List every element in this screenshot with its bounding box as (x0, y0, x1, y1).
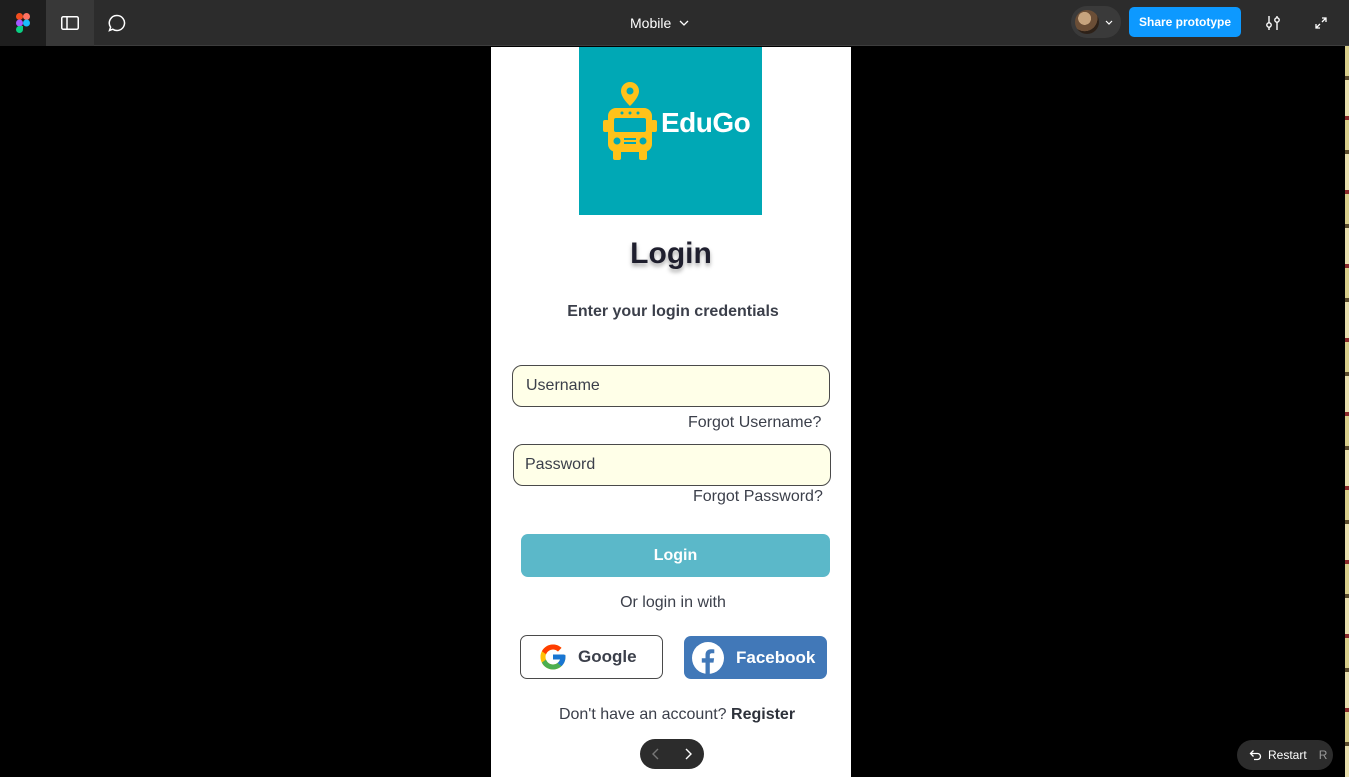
password-placeholder: Password (525, 456, 596, 473)
restart-icon (1249, 750, 1262, 761)
login-button[interactable]: Login (521, 534, 830, 577)
user-menu[interactable] (1071, 6, 1121, 38)
restart-button[interactable]: Restart R (1237, 740, 1333, 770)
restart-shortcut: R (1318, 748, 1328, 762)
chevron-down-icon (679, 20, 689, 26)
page-subtitle: Enter your login credentials (567, 303, 779, 320)
username-input[interactable]: Username (512, 365, 830, 407)
google-login-button[interactable]: Google (520, 635, 663, 679)
comment-icon[interactable] (94, 0, 140, 46)
avatar (1075, 10, 1099, 34)
chevron-down-icon (1105, 20, 1113, 25)
file-title-dropdown[interactable]: Mobile (630, 0, 689, 46)
background-canvas-edge (1345, 46, 1349, 777)
file-title: Mobile (630, 15, 672, 31)
school-bus-icon (603, 82, 657, 160)
chevron-left-icon[interactable] (651, 748, 661, 760)
logo-wordmark: EduGo (661, 107, 751, 138)
no-account-text: Don't have an account? (558, 706, 727, 723)
restart-label: Restart (1268, 748, 1307, 762)
username-placeholder: Username (526, 377, 600, 394)
facebook-icon (692, 641, 724, 674)
or-login-with-label: Or login in with (620, 594, 726, 611)
share-prototype-button[interactable]: Share prototype (1129, 7, 1241, 37)
mobile-login-screen: EduGo Login Enter your login credentials… (491, 47, 851, 777)
forgot-username-link[interactable]: Forgot Username? (688, 414, 821, 432)
password-input[interactable]: Password (513, 444, 831, 486)
google-label: Google (578, 647, 637, 666)
edugo-logo: EduGo (579, 47, 762, 215)
sidebar-toggle-icon[interactable] (46, 0, 94, 46)
settings-sliders-icon[interactable] (1258, 8, 1288, 38)
prototype-pager (640, 739, 704, 769)
figma-logo-icon[interactable] (0, 0, 46, 46)
prototype-toolbar: Mobile Share prototype (0, 0, 1349, 46)
chevron-right-icon[interactable] (683, 748, 693, 760)
google-icon (540, 644, 566, 670)
register-link[interactable]: Register (731, 706, 795, 723)
forgot-password-link[interactable]: Forgot Password? (693, 488, 823, 506)
register-prompt: Don't have an account? Register (491, 706, 851, 724)
expand-icon[interactable] (1306, 8, 1336, 38)
facebook-login-button[interactable]: Facebook (684, 636, 827, 679)
facebook-label: Facebook (736, 647, 816, 667)
page-title: Login (630, 237, 712, 270)
